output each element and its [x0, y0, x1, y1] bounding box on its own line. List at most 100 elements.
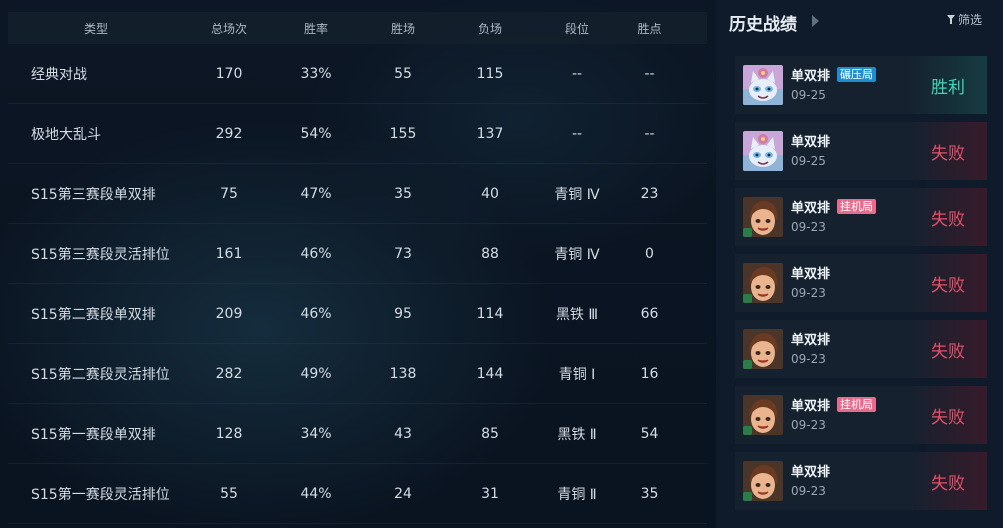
history-title[interactable]: 历史战绩 — [729, 10, 797, 35]
match-card[interactable]: 单双排 09-23 失败 — [735, 320, 987, 378]
cell-winrate: 44% — [300, 485, 332, 502]
match-mode: 单双排 — [791, 201, 831, 216]
cell-losses: 144 — [476, 365, 504, 382]
match-tag-badge: 挂机局 — [837, 397, 876, 412]
match-mode: 单双排 — [791, 267, 831, 282]
cell-total: 292 — [215, 125, 243, 142]
cell-lp: 23 — [640, 185, 659, 202]
rune-icon — [743, 492, 752, 501]
cell-type: S15第一赛段灵活排位 — [31, 486, 170, 503]
header-total[interactable]: 总场次 — [184, 20, 274, 37]
match-card[interactable]: 单双排 09-25 失败 — [735, 122, 987, 180]
cell-lp: 0 — [645, 245, 654, 262]
match-mode: 单双排 — [791, 399, 831, 414]
match-result: 失败 — [909, 386, 987, 444]
table-header: 类型 总场次 胜率 胜场 负场 段位 胜点 — [8, 12, 707, 44]
cell-rank: -- — [571, 125, 583, 142]
table-row[interactable]: S15第三赛段灵活排位 161 46% 73 88 青铜 Ⅳ 0 — [8, 224, 707, 284]
cell-lp: 35 — [640, 485, 659, 502]
cell-winrate: 49% — [300, 365, 332, 382]
table-row[interactable]: 经典对战 170 33% 55 115 -- -- — [8, 44, 707, 104]
filter-button[interactable]: 筛选 — [947, 11, 982, 28]
cell-lp: -- — [644, 65, 655, 82]
table-row[interactable]: 极地大乱斗 292 54% 155 137 -- -- — [8, 104, 707, 164]
cell-losses: 40 — [481, 185, 499, 202]
cell-type: S15第三赛段单双排 — [31, 186, 156, 203]
cell-losses: 88 — [481, 245, 499, 262]
cell-losses: 85 — [481, 425, 499, 442]
match-card[interactable]: 单双排 挂机局 09-23 失败 — [735, 188, 987, 246]
table-row[interactable]: S15第一赛段单双排 128 34% 43 85 黑铁 Ⅱ 54 — [8, 404, 707, 464]
rune-icon — [743, 360, 752, 369]
match-tag-badge: 挂机局 — [837, 199, 876, 214]
match-result: 失败 — [909, 452, 987, 510]
header-winrate[interactable]: 胜率 — [274, 20, 358, 37]
match-mode: 单双排 — [791, 465, 831, 480]
cell-losses: 114 — [476, 305, 504, 322]
cell-wins: 55 — [394, 65, 412, 82]
cell-wins: 24 — [394, 485, 412, 502]
cell-lp: 16 — [640, 365, 659, 382]
cell-rank: 青铜 Ⅳ — [554, 186, 600, 203]
table-row[interactable]: S15第二赛段单双排 209 46% 95 114 黑铁 Ⅲ 66 — [8, 284, 707, 344]
table-row[interactable]: S15第二赛段灵活排位 282 49% 138 144 青铜 Ⅰ 16 — [8, 344, 707, 404]
match-result: 失败 — [909, 254, 987, 312]
cell-lp: 66 — [640, 305, 659, 322]
match-result: 失败 — [909, 122, 987, 180]
cell-total: 75 — [220, 185, 238, 202]
cell-winrate: 46% — [300, 305, 332, 322]
match-date: 09-23 — [791, 352, 826, 366]
match-card[interactable]: 单双排 碾压局 09-25 胜利 — [735, 56, 987, 114]
cell-type: 极地大乱斗 — [31, 126, 101, 143]
cell-winrate: 33% — [300, 65, 332, 82]
rune-icon — [743, 426, 752, 435]
cell-losses: 137 — [476, 125, 504, 142]
match-card[interactable]: 单双排 09-23 失败 — [735, 452, 987, 510]
cell-type: S15第一赛段单双排 — [31, 426, 156, 443]
cell-lp: -- — [644, 125, 655, 142]
cell-total: 209 — [215, 305, 243, 322]
cell-winrate: 46% — [300, 245, 332, 262]
cell-winrate: 47% — [300, 185, 332, 202]
cell-total: 170 — [215, 65, 243, 82]
cell-losses: 31 — [481, 485, 499, 502]
cell-losses: 115 — [476, 65, 504, 82]
header-lp[interactable]: 胜点 — [622, 20, 677, 37]
cell-wins: 95 — [394, 305, 412, 322]
match-result: 胜利 — [909, 56, 987, 114]
match-date: 09-23 — [791, 484, 826, 498]
chevron-right-icon[interactable] — [812, 15, 819, 27]
ranked-stats-panel: 类型 总场次 胜率 胜场 负场 段位 胜点 经典对战 170 33% 55 115 -- -… — [0, 0, 716, 528]
cell-winrate: 34% — [300, 425, 332, 442]
cell-type: S15第二赛段单双排 — [31, 306, 156, 323]
cell-wins: 43 — [394, 425, 412, 442]
match-mode: 单双排 — [791, 135, 831, 150]
header-losses[interactable]: 负场 — [448, 20, 532, 37]
rune-icon — [743, 294, 752, 303]
cell-rank: 黑铁 Ⅲ — [555, 306, 599, 323]
cell-lp: 54 — [640, 425, 659, 442]
match-date: 09-23 — [791, 286, 826, 300]
match-result: 失败 — [909, 188, 987, 246]
header-rank[interactable]: 段位 — [532, 20, 622, 37]
cell-wins: 35 — [394, 185, 412, 202]
match-result: 失败 — [909, 320, 987, 378]
match-mode: 单双排 — [791, 333, 831, 348]
cell-rank: 青铜 Ⅱ — [557, 486, 597, 503]
match-list: 单双排 碾压局 09-25 胜利 单双排 09-25 失败 单双排 挂机局 09-23 失败 单双排 0… — [735, 56, 987, 518]
cell-rank: -- — [571, 65, 583, 82]
cell-total: 161 — [215, 245, 243, 262]
table-body: 经典对战 170 33% 55 115 -- -- 极地大乱斗 292 54% 155 137 -- --… — [8, 44, 707, 524]
header-wins[interactable]: 胜场 — [358, 20, 448, 37]
table-row[interactable]: S15第三赛段单双排 75 47% 35 40 青铜 Ⅳ 23 — [8, 164, 707, 224]
match-card[interactable]: 单双排 挂机局 09-23 失败 — [735, 386, 987, 444]
header-type[interactable]: 类型 — [8, 20, 184, 37]
cell-total: 282 — [215, 365, 243, 382]
cell-total: 128 — [215, 425, 243, 442]
cell-wins: 73 — [394, 245, 412, 262]
table-row[interactable]: S15第一赛段灵活排位 55 44% 24 31 青铜 Ⅱ 35 — [8, 464, 707, 524]
match-mode: 单双排 — [791, 69, 831, 84]
match-card[interactable]: 单双排 09-23 失败 — [735, 254, 987, 312]
champion-cat-icon — [743, 65, 783, 105]
filter-icon — [947, 15, 955, 24]
